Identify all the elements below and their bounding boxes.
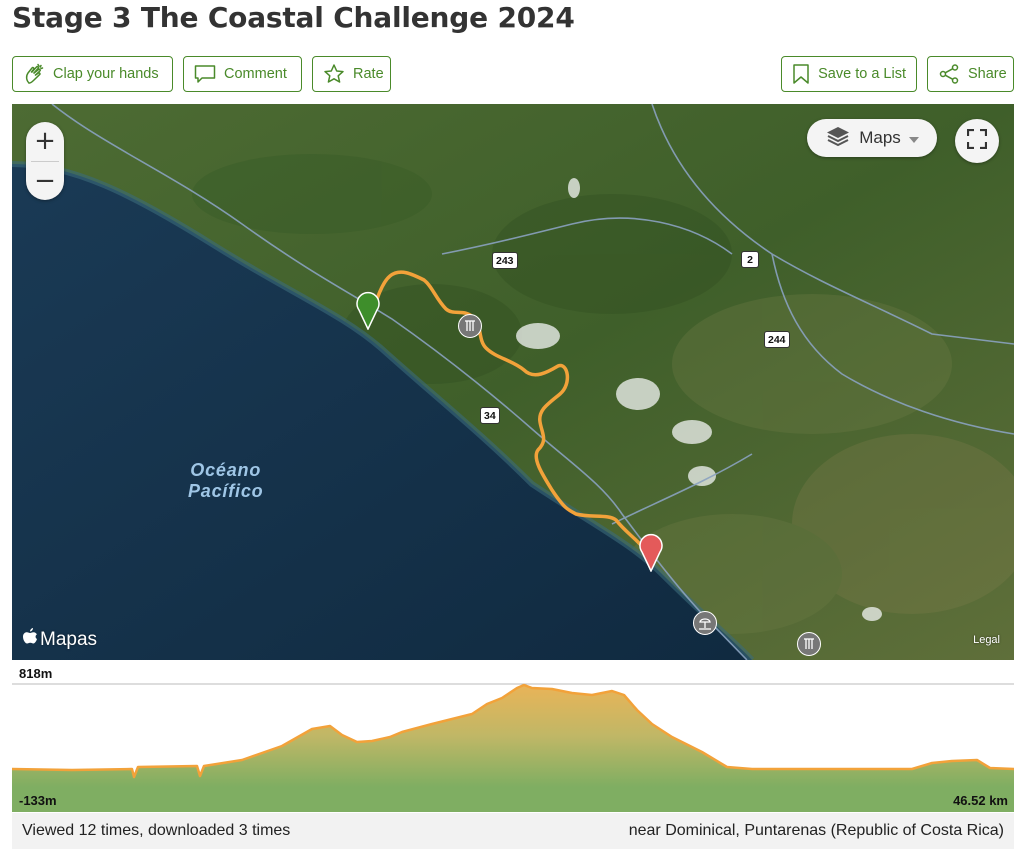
road-shield-244: 244 — [764, 331, 790, 348]
elevation-max-label: 818m — [19, 666, 53, 681]
ocean-label-line1: Océano — [190, 460, 262, 480]
clap-button-label: Clap your hands — [53, 66, 159, 82]
elevation-base-band — [12, 787, 1014, 812]
save-to-list-button[interactable]: Save to a List — [781, 56, 917, 92]
attribution-label: Mapas — [40, 629, 98, 650]
elevation-min-label: -133m — [19, 793, 57, 808]
clap-button[interactable]: Clap your hands — [12, 56, 173, 92]
elevation-area — [12, 685, 1014, 787]
start-marker[interactable] — [355, 290, 381, 330]
comment-icon — [194, 63, 216, 85]
route-map[interactable]: Océano Pacífico 243 2 244 34 + − Maps Ma… — [12, 104, 1014, 660]
zoom-out-button[interactable]: − — [26, 162, 64, 200]
rate-button-label: Rate — [353, 66, 384, 82]
bookmark-icon — [792, 63, 810, 85]
elevation-chart — [11, 683, 1015, 812]
share-button[interactable]: Share — [927, 56, 1014, 92]
map-type-label: Maps — [859, 128, 901, 147]
location-text: near Dominical, Puntarenas (Republic of … — [628, 822, 1004, 839]
end-marker[interactable] — [638, 532, 664, 572]
waterfall-icon[interactable] — [458, 314, 482, 338]
road-shield-243: 243 — [492, 252, 518, 269]
distance-label: 46.52 km — [953, 793, 1008, 808]
apple-logo-icon — [22, 628, 38, 652]
waterfall-icon[interactable] — [797, 632, 821, 656]
road-shield-2: 2 — [741, 251, 759, 268]
map-type-selector[interactable]: Maps — [807, 119, 937, 157]
page-title: Stage 3 The Coastal Challenge 2024 — [12, 1, 575, 34]
beach-icon[interactable] — [693, 611, 717, 635]
legal-link[interactable]: Legal — [973, 634, 1000, 646]
rate-button[interactable]: Rate — [312, 56, 391, 92]
ocean-label: Océano Pacífico — [188, 460, 263, 502]
star-icon — [323, 63, 345, 85]
comment-button-label: Comment — [224, 66, 287, 82]
save-button-label: Save to a List — [818, 66, 906, 82]
fullscreen-button[interactable] — [955, 119, 999, 163]
fullscreen-icon — [966, 128, 988, 154]
comment-button[interactable]: Comment — [183, 56, 302, 92]
elevation-profile[interactable]: 818m -133m 46.52 km — [11, 662, 1015, 812]
zoom-control: + − — [26, 122, 64, 200]
share-icon — [938, 63, 960, 85]
map-attribution: Mapas — [22, 628, 97, 652]
views-downloads-text: Viewed 12 times, downloaded 3 times — [22, 822, 291, 839]
zoom-in-button[interactable]: + — [26, 122, 64, 160]
layers-icon — [825, 125, 851, 152]
clap-hands-icon — [23, 63, 45, 85]
trail-stats-bar: Viewed 12 times, downloaded 3 times near… — [12, 813, 1014, 849]
share-button-label: Share — [968, 66, 1007, 82]
map-base — [12, 104, 1014, 660]
ocean-label-line2: Pacífico — [188, 481, 264, 501]
road-shield-34: 34 — [480, 407, 500, 424]
chevron-down-icon — [908, 128, 919, 148]
